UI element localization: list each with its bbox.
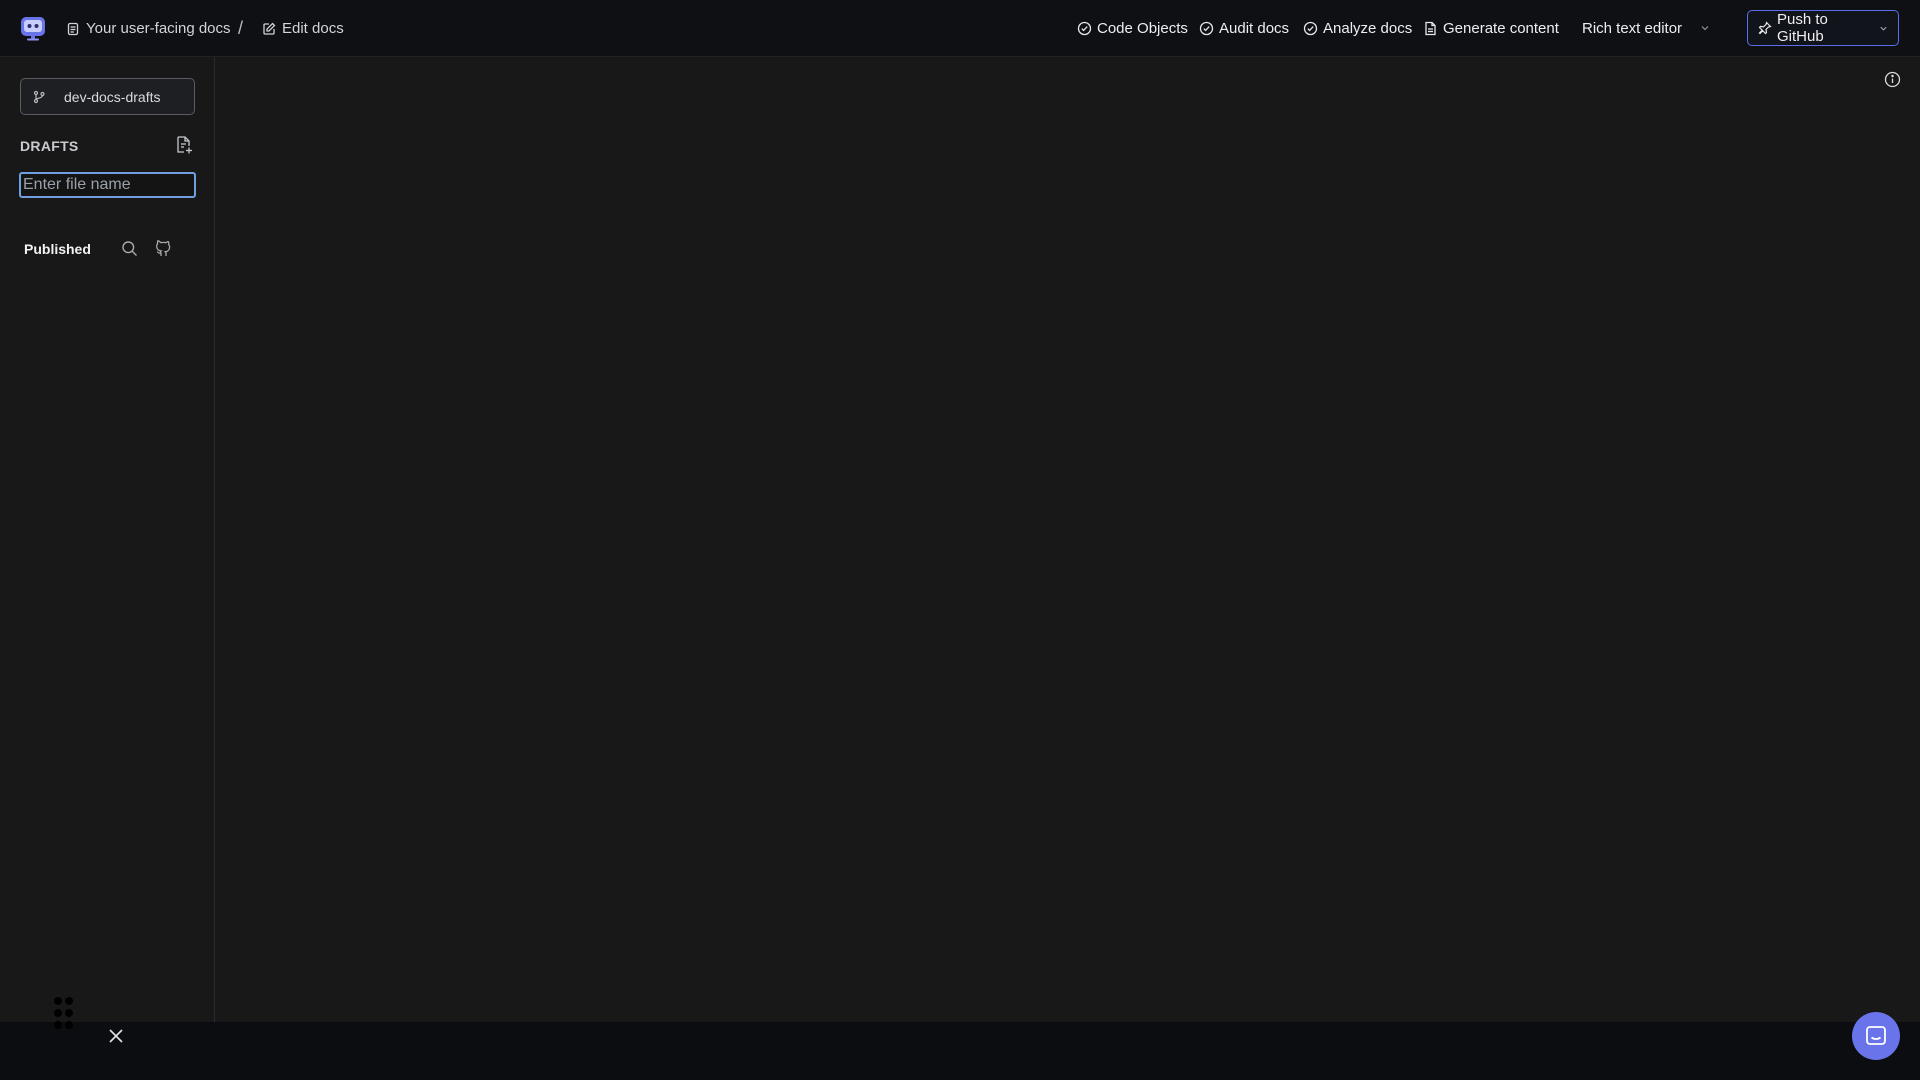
breadcrumb-docs[interactable]: Your user-facing docs [66,0,231,57]
top-bar: Your user-facing docs / Edit docs Code O… [0,0,1920,57]
analyze-docs-label: Analyze docs [1323,20,1413,37]
chevron-down-icon [1700,23,1710,33]
code-objects-button[interactable]: Code Objects [1077,0,1188,57]
breadcrumb-docs-label: Your user-facing docs [86,20,231,37]
file-icon [1423,21,1438,36]
edit-icon [262,22,276,36]
editor-mode-select[interactable]: Rich text editor [1572,12,1720,44]
file-name-input[interactable] [19,172,196,198]
published-heading: Published [24,241,91,257]
breadcrumb-edit[interactable]: Edit docs [262,0,344,57]
push-to-github-label: Push to GitHub [1777,11,1828,45]
github-icon[interactable] [154,239,173,258]
analyze-docs-button[interactable]: Analyze docs [1303,0,1412,57]
file-plus-icon[interactable] [174,135,194,155]
audit-docs-label: Audit docs [1219,20,1290,37]
breadcrumb-separator: / [238,18,244,38]
breadcrumb-edit-label: Edit docs [282,20,344,37]
drafts-heading: DRAFTS [20,138,79,154]
push-icon [1758,21,1772,35]
generate-content-button[interactable]: Generate content [1423,0,1559,57]
generate-content-label: Generate content [1443,20,1559,37]
drag-grip-icon[interactable] [53,996,75,1030]
branch-selector-button[interactable]: dev-docs-drafts [20,78,195,115]
git-branch-icon [32,90,46,104]
app-logo-icon[interactable] [20,15,46,41]
code-objects-label: Code Objects [1097,20,1188,37]
chat-launcher-button[interactable] [1852,1012,1900,1060]
search-icon[interactable] [121,240,138,257]
close-icon[interactable] [107,1027,125,1045]
check-circle-icon [1199,21,1214,36]
bottom-bar [0,1022,1920,1080]
check-circle-icon [1303,21,1318,36]
sidebar: dev-docs-drafts DRAFTS Published [0,57,215,1022]
branch-name: dev-docs-drafts [64,88,161,105]
info-icon[interactable] [1884,71,1901,88]
document-icon [66,22,80,36]
audit-docs-button[interactable]: Audit docs [1199,0,1289,57]
chevron-down-icon[interactable] [1879,24,1888,33]
push-to-github-button[interactable]: Push to GitHub [1747,10,1899,46]
chat-icon [1864,1024,1888,1048]
editor-mode-value: Rich text editor [1582,19,1683,37]
editor-canvas[interactable] [216,57,1920,1022]
check-circle-icon [1077,21,1092,36]
